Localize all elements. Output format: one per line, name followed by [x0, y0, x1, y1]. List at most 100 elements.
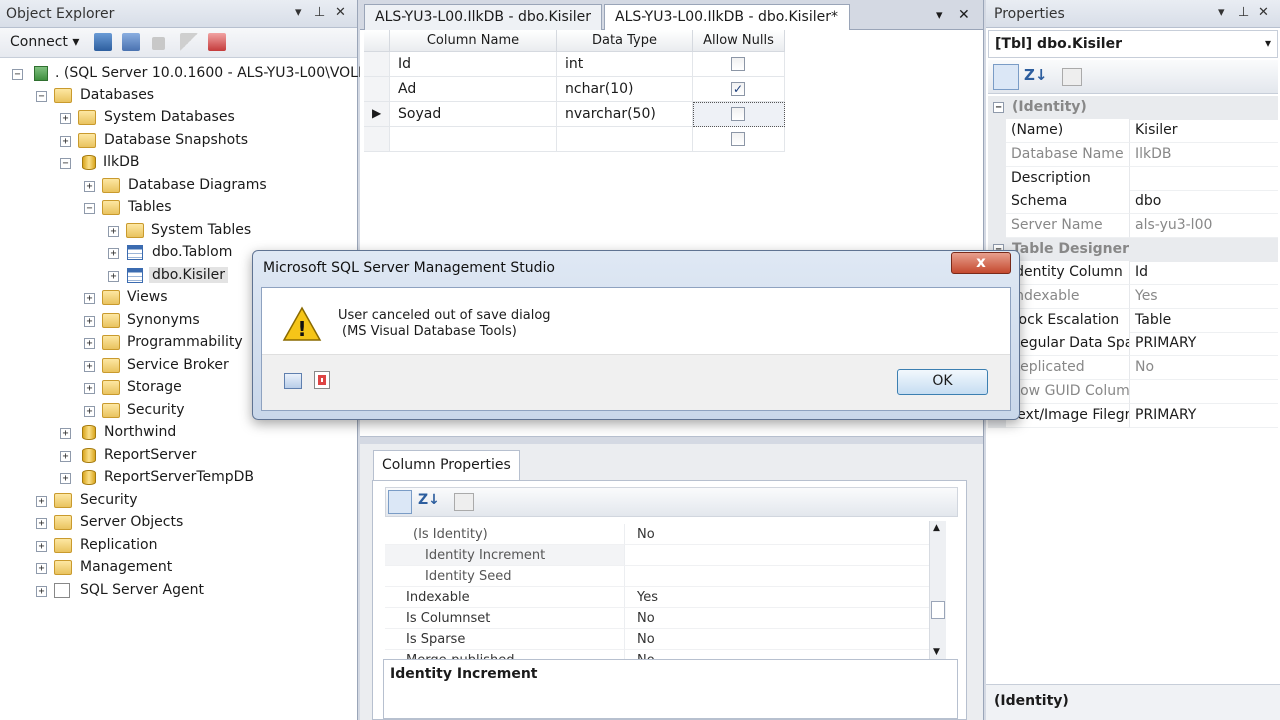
property-row[interactable]: (Is Identity) No	[385, 524, 943, 545]
scroll-down-icon[interactable]: ▼	[933, 647, 940, 657]
expander-icon[interactable]: −	[36, 91, 47, 102]
category-identity[interactable]: − (Identity)	[988, 96, 1278, 120]
property-value[interactable]: Yes	[1130, 285, 1278, 309]
expander-icon[interactable]: +	[60, 473, 71, 484]
dialog-close-button[interactable]: x	[951, 252, 1011, 274]
property-row[interactable]: Identity Seed	[385, 566, 943, 587]
property-value[interactable]	[625, 566, 943, 587]
property-value[interactable]	[625, 545, 943, 566]
expander-icon[interactable]: +	[84, 338, 95, 349]
property-row[interactable]: Identity Increment	[385, 545, 943, 566]
row-selector[interactable]	[364, 77, 390, 102]
refresh-icon[interactable]	[208, 33, 226, 51]
tab-column-properties[interactable]: Column Properties	[373, 450, 520, 480]
expander-icon[interactable]: +	[60, 451, 71, 462]
stop-icon[interactable]	[152, 37, 165, 50]
property-row[interactable]: (Name) Kisiler	[988, 119, 1278, 143]
disconnect-icon[interactable]	[122, 33, 140, 51]
property-row[interactable]: Lock Escalation Table	[988, 309, 1278, 333]
data-type-cell[interactable]: nvarchar(50)	[557, 102, 693, 127]
expander-icon[interactable]: +	[84, 316, 95, 327]
close-document-icon[interactable]: ✕	[958, 7, 970, 23]
expander-icon[interactable]: +	[60, 113, 71, 124]
property-value[interactable]: PRIMARY	[1130, 404, 1278, 428]
window-position-dropdown-icon[interactable]: ▾	[1218, 5, 1225, 20]
tab-ilkdb-kisiler-modified[interactable]: ALS-YU3-L00.IlkDB - dbo.Kisiler*	[604, 4, 850, 31]
property-row[interactable]: Indexable Yes	[385, 587, 943, 608]
allow-nulls-checkbox[interactable]	[731, 107, 745, 121]
property-pages-icon[interactable]	[454, 493, 474, 511]
property-value[interactable]: Kisiler	[1130, 119, 1278, 143]
property-row[interactable]: Description	[988, 167, 1278, 191]
property-value[interactable]	[1130, 380, 1278, 404]
table-row[interactable]	[360, 127, 790, 152]
allow-nulls-cell[interactable]	[693, 102, 785, 127]
property-row[interactable]: Database Name IlkDB	[988, 143, 1278, 167]
expander-icon[interactable]: +	[60, 136, 71, 147]
expander-icon[interactable]: +	[84, 293, 95, 304]
close-icon[interactable]: ✕	[1258, 5, 1269, 20]
data-type-cell[interactable]	[557, 127, 693, 152]
filter-icon[interactable]	[180, 33, 198, 51]
property-value[interactable]: IlkDB	[1130, 143, 1278, 167]
object-selector-dropdown[interactable]: [Tbl] dbo.Kisiler ▾	[988, 30, 1278, 58]
allow-nulls-checkbox[interactable]	[731, 132, 745, 146]
column-name-cell[interactable]: Soyad	[390, 102, 557, 127]
property-value[interactable]: Table	[1130, 309, 1278, 333]
scroll-up-icon[interactable]: ▲	[933, 523, 940, 533]
pin-icon[interactable]: ⊥	[314, 5, 325, 20]
technical-details-icon[interactable]	[314, 371, 330, 389]
column-name-cell[interactable]: Id	[390, 52, 557, 77]
property-row[interactable]: Replicated No	[988, 356, 1278, 380]
column-header-allow-nulls[interactable]: Allow Nulls	[693, 30, 785, 52]
allow-nulls-cell[interactable]	[693, 52, 785, 77]
property-row[interactable]: Row GUID Column	[988, 380, 1278, 404]
designer-splitter[interactable]	[360, 436, 983, 444]
table-row[interactable]: ▶ Soyad nvarchar(50)	[360, 102, 790, 127]
allow-nulls-cell[interactable]	[693, 127, 785, 152]
property-value[interactable]: PRIMARY	[1130, 332, 1278, 356]
property-value[interactable]: Yes	[625, 587, 943, 608]
property-row[interactable]: Text/Image FilegroupPRIMARY	[988, 404, 1278, 428]
row-selector[interactable]	[364, 127, 390, 152]
alphabetical-icon[interactable]: Z↓	[1024, 66, 1047, 84]
expander-icon[interactable]: +	[60, 428, 71, 439]
pin-icon[interactable]: ⊥	[1238, 5, 1249, 20]
property-value[interactable]: dbo	[1130, 190, 1278, 214]
data-type-cell[interactable]: nchar(10)	[557, 77, 693, 102]
property-row[interactable]: Is Columnset No	[385, 608, 943, 629]
chevron-down-icon[interactable]: ▾	[1265, 36, 1271, 50]
connect-object-explorer-icon[interactable]	[94, 33, 112, 51]
collapse-icon[interactable]: −	[993, 102, 1004, 113]
categorized-icon[interactable]	[993, 64, 1019, 90]
property-value[interactable]: No	[625, 608, 943, 629]
expander-icon[interactable]: +	[36, 496, 47, 507]
close-icon[interactable]: ✕	[335, 5, 346, 20]
property-value[interactable]: Id	[1130, 261, 1278, 285]
property-value[interactable]: No	[625, 524, 943, 545]
expander-icon[interactable]: +	[84, 181, 95, 192]
allow-nulls-checkbox[interactable]: ✓	[731, 82, 745, 96]
expander-icon[interactable]: −	[60, 158, 71, 169]
property-value[interactable]: No	[625, 629, 943, 650]
property-row[interactable]: Schema dbo	[988, 190, 1278, 214]
property-row[interactable]: Regular Data SpacePRIMARY	[988, 332, 1278, 356]
copy-icon[interactable]	[284, 373, 302, 389]
expander-icon[interactable]: +	[36, 518, 47, 529]
table-row[interactable]: Ad nchar(10) ✓	[360, 77, 790, 102]
tab-ilkdb-kisiler[interactable]: ALS-YU3-L00.IlkDB - dbo.Kisiler	[364, 4, 602, 30]
property-pages-icon[interactable]	[1062, 68, 1082, 86]
category-table-designer[interactable]: −Table Designer	[988, 238, 1278, 262]
expander-icon[interactable]: +	[108, 271, 119, 282]
property-value[interactable]: als-yu3-l00	[1130, 214, 1278, 238]
expander-icon[interactable]: +	[36, 563, 47, 574]
expander-icon[interactable]: −	[12, 69, 23, 80]
expander-icon[interactable]: +	[84, 361, 95, 372]
row-selector[interactable]	[364, 52, 390, 77]
expander-icon[interactable]: +	[108, 226, 119, 237]
allow-nulls-cell[interactable]: ✓	[693, 77, 785, 102]
expander-icon[interactable]: +	[84, 383, 95, 394]
row-selector[interactable]: ▶	[364, 102, 390, 127]
expander-icon[interactable]: +	[36, 541, 47, 552]
property-grid-scrollbar[interactable]: ▲ ▼	[929, 521, 946, 663]
